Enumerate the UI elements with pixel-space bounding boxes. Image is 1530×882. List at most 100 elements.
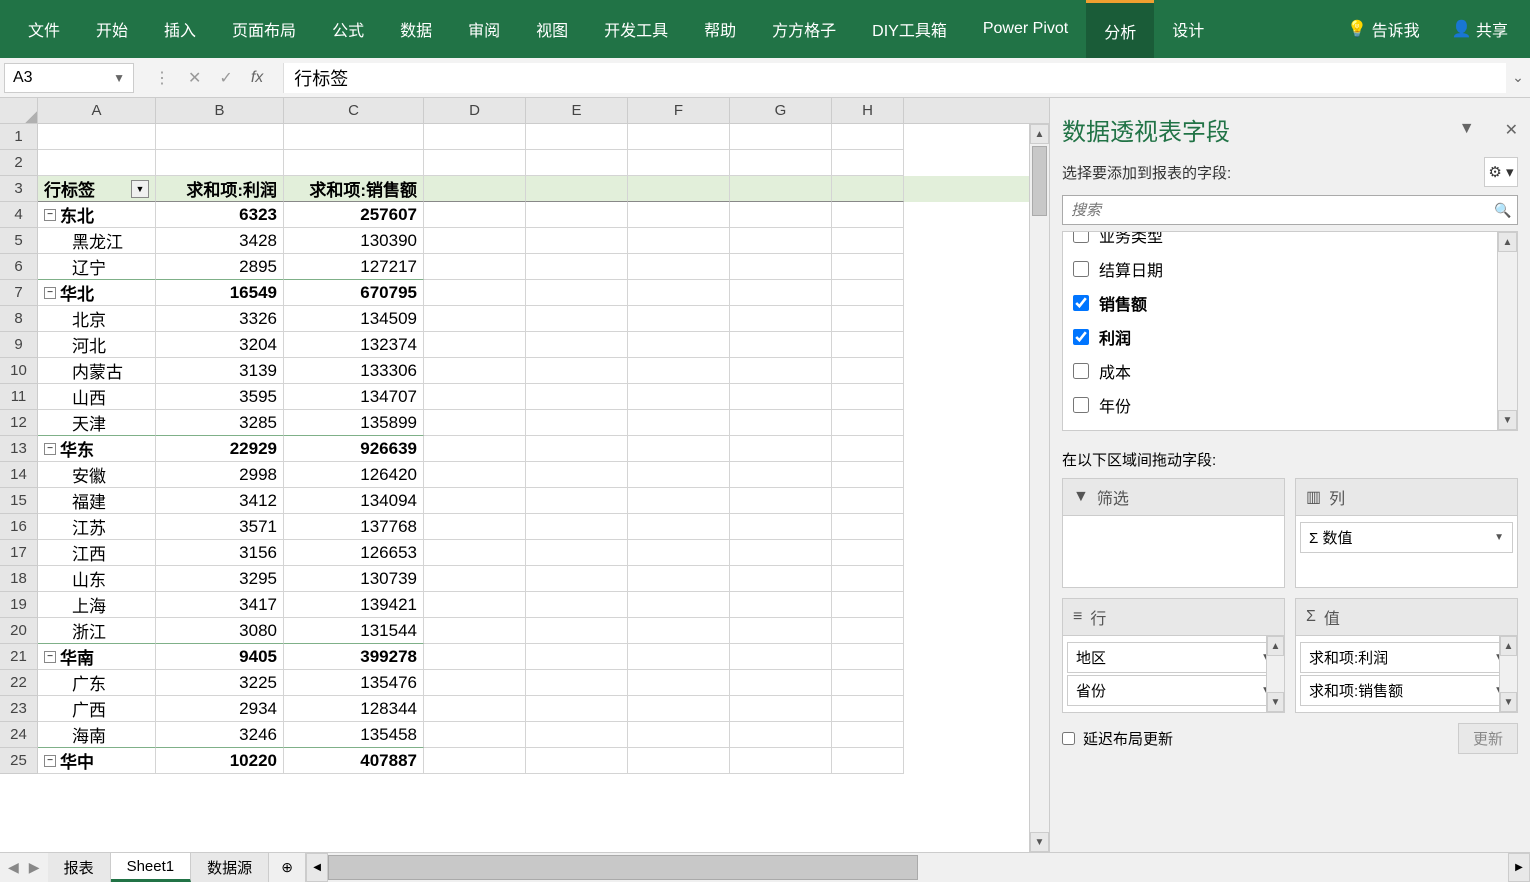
pivot-value[interactable]: 130739: [284, 566, 424, 592]
cell[interactable]: [526, 124, 628, 150]
pivot-value[interactable]: 3326: [156, 306, 284, 332]
cell[interactable]: [730, 150, 832, 176]
row-header[interactable]: 1: [0, 124, 38, 150]
cell[interactable]: [424, 384, 526, 410]
collapse-icon[interactable]: −: [44, 443, 56, 455]
cell[interactable]: [832, 358, 904, 384]
cell[interactable]: [832, 722, 904, 748]
field-checkbox[interactable]: [1073, 261, 1089, 277]
column-header-C[interactable]: C: [284, 98, 424, 123]
cell[interactable]: [284, 124, 424, 150]
pivot-value[interactable]: 134509: [284, 306, 424, 332]
cell[interactable]: [730, 566, 832, 592]
row-header[interactable]: 24: [0, 722, 38, 748]
pivot-row-label-header[interactable]: 行标签▼: [38, 176, 156, 202]
pivot-value[interactable]: 131544: [284, 618, 424, 644]
cell[interactable]: [526, 696, 628, 722]
pivot-row-label[interactable]: −华中: [38, 748, 156, 774]
row-header[interactable]: 20: [0, 618, 38, 644]
cell[interactable]: [628, 696, 730, 722]
row-header[interactable]: 4: [0, 202, 38, 228]
ribbon-tab-页面布局[interactable]: 页面布局: [214, 0, 314, 58]
cell[interactable]: [832, 410, 904, 436]
add-sheet-button[interactable]: ⊕: [269, 853, 305, 882]
cell[interactable]: [832, 644, 904, 670]
pivot-value[interactable]: 3417: [156, 592, 284, 618]
row-header[interactable]: 19: [0, 592, 38, 618]
cell[interactable]: [526, 150, 628, 176]
cell[interactable]: [628, 514, 730, 540]
cell[interactable]: [832, 254, 904, 280]
scroll-up-icon[interactable]: ▲: [1267, 636, 1284, 656]
chevron-down-icon[interactable]: ▼: [1494, 532, 1504, 543]
pivot-value[interactable]: 134094: [284, 488, 424, 514]
cell[interactable]: [424, 592, 526, 618]
field-item[interactable]: 销售额: [1063, 286, 1517, 320]
row-header[interactable]: 16: [0, 514, 38, 540]
confirm-icon[interactable]: ✓: [219, 68, 232, 88]
cell[interactable]: [730, 644, 832, 670]
pivot-value[interactable]: 2895: [156, 254, 284, 280]
sheet-tab[interactable]: 报表: [48, 853, 111, 882]
cell[interactable]: [424, 176, 526, 202]
pivot-value[interactable]: 132374: [284, 332, 424, 358]
cell[interactable]: [730, 306, 832, 332]
pivot-row-label[interactable]: 广东: [38, 670, 156, 696]
vertical-scrollbar[interactable]: ▲ ▼: [1029, 124, 1049, 852]
pivot-value[interactable]: 130390: [284, 228, 424, 254]
pivot-row-label[interactable]: 广西: [38, 696, 156, 722]
row-header[interactable]: 14: [0, 462, 38, 488]
cell[interactable]: [730, 462, 832, 488]
pivot-col-header[interactable]: 求和项:利润: [156, 176, 284, 202]
cell[interactable]: [424, 436, 526, 462]
cell[interactable]: [730, 280, 832, 306]
pivot-value[interactable]: 3595: [156, 384, 284, 410]
cell[interactable]: [628, 748, 730, 774]
pivot-value[interactable]: 407887: [284, 748, 424, 774]
ribbon-tab-审阅[interactable]: 审阅: [450, 0, 518, 58]
cell[interactable]: [730, 228, 832, 254]
cell[interactable]: [526, 332, 628, 358]
pivot-value[interactable]: 399278: [284, 644, 424, 670]
scroll-thumb[interactable]: [1032, 146, 1047, 216]
cell[interactable]: [628, 332, 730, 358]
pivot-row-label[interactable]: −华南: [38, 644, 156, 670]
ribbon-tab-分析[interactable]: 分析: [1086, 0, 1154, 58]
ribbon-tab-视图[interactable]: 视图: [518, 0, 586, 58]
row-header[interactable]: 2: [0, 150, 38, 176]
cell[interactable]: [628, 488, 730, 514]
dropdown-icon[interactable]: ▼: [1459, 120, 1475, 140]
cell[interactable]: [832, 384, 904, 410]
filter-area[interactable]: ▼筛选: [1062, 478, 1285, 588]
collapse-icon[interactable]: −: [44, 651, 56, 663]
cell[interactable]: [730, 384, 832, 410]
cell[interactable]: [424, 566, 526, 592]
pivot-value[interactable]: 128344: [284, 696, 424, 722]
pivot-row-label[interactable]: 辽宁: [38, 254, 156, 280]
collapse-icon[interactable]: −: [44, 209, 56, 221]
cell[interactable]: [424, 150, 526, 176]
pivot-row-label[interactable]: 黑龙江: [38, 228, 156, 254]
cell[interactable]: [628, 384, 730, 410]
ribbon-tab-开始[interactable]: 开始: [78, 0, 146, 58]
row-header[interactable]: 9: [0, 332, 38, 358]
cell[interactable]: [628, 176, 730, 202]
cell[interactable]: [424, 644, 526, 670]
cell[interactable]: [526, 488, 628, 514]
column-header-D[interactable]: D: [424, 98, 526, 123]
cell[interactable]: [832, 332, 904, 358]
cell[interactable]: [424, 540, 526, 566]
cell[interactable]: [730, 748, 832, 774]
cell[interactable]: [526, 514, 628, 540]
sheet-tab[interactable]: Sheet1: [111, 853, 192, 882]
cell[interactable]: [730, 592, 832, 618]
field-item[interactable]: 结算日期: [1063, 252, 1517, 286]
ribbon-tab-帮助[interactable]: 帮助: [686, 0, 754, 58]
cell[interactable]: [526, 254, 628, 280]
cell[interactable]: [424, 748, 526, 774]
cell[interactable]: [526, 176, 628, 202]
cell[interactable]: [424, 670, 526, 696]
cell[interactable]: [832, 566, 904, 592]
pivot-value[interactable]: 2934: [156, 696, 284, 722]
cancel-icon[interactable]: ✕: [188, 68, 201, 88]
